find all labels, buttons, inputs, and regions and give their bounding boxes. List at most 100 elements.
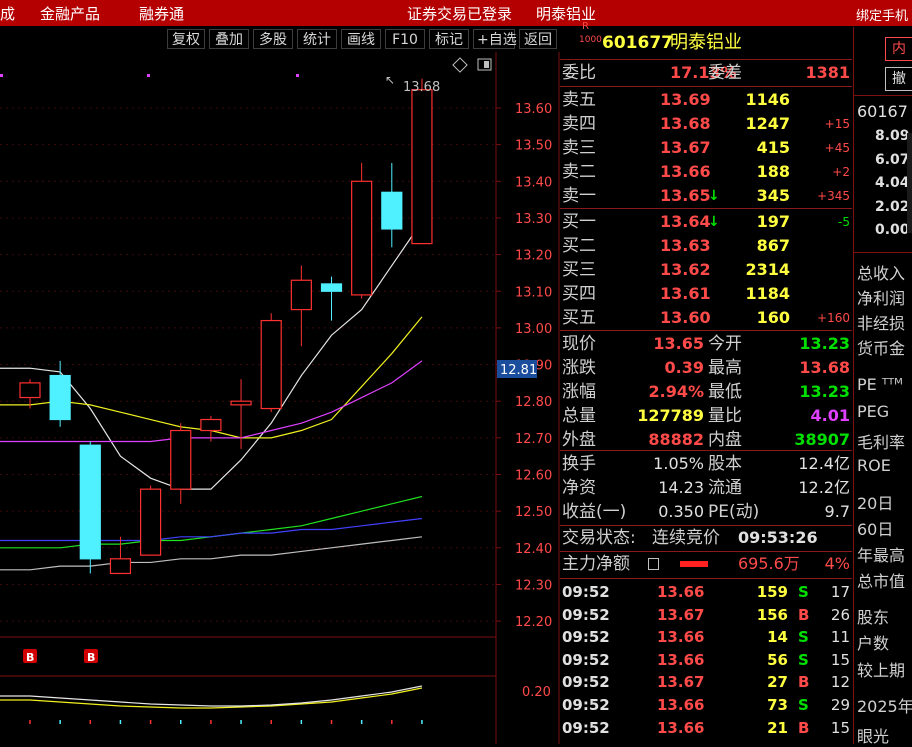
bid-label: 买一 xyxy=(562,212,596,232)
tick-side: S xyxy=(798,628,809,647)
mark-button[interactable]: 标记 xyxy=(429,29,469,49)
tick-count: 15 xyxy=(830,718,850,737)
add-watchlist-button[interactable]: +自选 xyxy=(473,29,517,49)
login-status[interactable]: 证券交易已登录 xyxy=(407,3,512,24)
bid-row[interactable]: 买四 13.61 1184 xyxy=(560,282,852,306)
ask-change: +2 xyxy=(832,165,850,179)
bind-phone-link[interactable]: 绑定手机 xyxy=(856,5,908,24)
candle-body[interactable] xyxy=(49,374,71,421)
stat-label: 净资 xyxy=(562,478,596,498)
mini-axis-label: 2.02 xyxy=(875,198,910,215)
overlay-button[interactable]: 叠加 xyxy=(209,29,249,49)
menu-item-partial[interactable]: 成 xyxy=(0,3,15,24)
financial-label: 较上期 xyxy=(857,661,906,680)
stat-label: 最高 xyxy=(708,358,742,378)
candle-body[interactable] xyxy=(320,283,343,292)
stat-label: 股本 xyxy=(708,454,742,474)
tick-row: 09:52 13.67 27 B 12 xyxy=(560,671,852,693)
top-right-icons[interactable] xyxy=(452,57,492,73)
price-axis-label: 13.60 xyxy=(515,102,552,117)
ask-price: 13.66 xyxy=(660,162,711,181)
candle-body[interactable] xyxy=(79,444,101,560)
bid-row[interactable]: 买三 13.62 2314 xyxy=(560,258,852,282)
ask-row[interactable]: 卖一 13.65 ↓ 345 +345 xyxy=(560,184,852,208)
mini-axis-label: 4.04 xyxy=(875,175,910,191)
financial-label: 净利润 xyxy=(857,289,906,308)
candle-body[interactable] xyxy=(230,400,252,406)
ask-change: +15 xyxy=(824,117,850,131)
inner-button[interactable]: 内 xyxy=(885,37,912,61)
stat-label: 现价 xyxy=(562,334,596,354)
ask-price: 13.65 xyxy=(660,186,711,205)
stat-value: 2.94% xyxy=(648,382,704,401)
ask-label: 卖四 xyxy=(562,114,596,134)
stat-label: 今开 xyxy=(708,334,742,354)
tick-row: 09:52 13.66 56 S 15 xyxy=(560,649,852,671)
candle-body[interactable] xyxy=(170,429,192,490)
f10-button[interactable]: F10 xyxy=(385,29,425,49)
stock-code: 601677 xyxy=(602,33,673,53)
financial-label: 户数 xyxy=(857,634,890,653)
price-axis-label: 12.80 xyxy=(515,395,552,410)
svg-text:12.81: 12.81 xyxy=(500,363,537,378)
stat-label: 流通 xyxy=(708,478,742,498)
candle-body[interactable] xyxy=(381,191,403,230)
bid-row[interactable]: 买五 13.60 160 +160 xyxy=(560,306,852,330)
tick-row: 09:52 13.66 73 S 29 xyxy=(560,694,852,716)
back-button[interactable]: 返回 xyxy=(519,29,557,49)
tick-price: 13.66 xyxy=(657,583,705,601)
mini-chart-frame xyxy=(907,133,912,233)
ask-row[interactable]: 卖四 13.68 1247 +15 xyxy=(560,112,852,136)
candle-body[interactable] xyxy=(140,488,162,556)
cancel-order-button[interactable]: 撤 xyxy=(885,67,912,91)
financial-label: 60日 xyxy=(857,520,894,539)
candle-body[interactable] xyxy=(200,418,222,432)
financial-label: 年最高 xyxy=(857,546,906,565)
candle-body[interactable] xyxy=(109,558,132,575)
financial-label: 20日 xyxy=(857,494,894,513)
ask-row[interactable]: 卖三 13.67 415 +45 xyxy=(560,136,852,160)
adjust-button[interactable]: 复权 xyxy=(167,29,205,49)
menu-item-financial-products[interactable]: 金融产品 xyxy=(40,3,100,24)
ask-price: 13.69 xyxy=(660,90,711,109)
candle-body[interactable] xyxy=(290,279,312,311)
price-axis-label: 13.10 xyxy=(515,285,552,300)
candle-body[interactable] xyxy=(19,382,41,399)
price-axis-label: 12.20 xyxy=(515,615,552,630)
high-price-marker: 13.68 xyxy=(403,80,440,95)
right-panel: 内 撤 60167 8.09 6.07 4.04 2.02 0.00 总收入 净利润 非经损… xyxy=(853,27,912,746)
bid-change: +160 xyxy=(817,311,850,325)
price-axis-label: 13.50 xyxy=(515,139,552,154)
stat-value: 88882 xyxy=(648,430,704,449)
menu-item-securities-lending[interactable]: 融券通 xyxy=(139,3,184,24)
stat-value: 38907 xyxy=(794,430,850,449)
ask-change: +345 xyxy=(817,189,850,203)
kline-chart[interactable]: 13.6013.5013.4013.3013.2013.1013.0012.90… xyxy=(0,52,560,744)
tick-side: B xyxy=(798,605,810,624)
fundamental-row: 净资 14.23 流通 12.2亿 xyxy=(560,476,852,500)
candle-body[interactable] xyxy=(351,180,373,296)
ask-volume: 188 xyxy=(756,162,790,181)
price-axis-label: 12.40 xyxy=(515,542,552,557)
stat-value: 13.23 xyxy=(799,382,850,401)
doc-icon[interactable] xyxy=(648,558,659,570)
ask-row[interactable]: 卖五 13.69 1146 xyxy=(560,88,852,112)
statistics-button[interactable]: 统计 xyxy=(297,29,337,49)
stock-header: R 1000 601677 明泰铝业 xyxy=(560,21,852,57)
candle-body[interactable] xyxy=(411,89,433,245)
fundamental-row: 换手 1.05% 股本 12.4亿 xyxy=(560,452,852,476)
trade-status-row: 交易状态: 连续竞价 09:53:26 xyxy=(562,528,818,548)
price-axis-label: 12.60 xyxy=(515,469,552,484)
bid-row[interactable]: 买一 13.64 ↓ 197 -5 xyxy=(560,210,852,234)
tick-price: 13.66 xyxy=(657,628,705,647)
stat-label: 量比 xyxy=(708,406,742,426)
candle-body[interactable] xyxy=(260,319,282,410)
draw-line-button[interactable]: 画线 xyxy=(341,29,381,49)
multi-stock-button[interactable]: 多股 xyxy=(253,29,293,49)
tick-volume: 156 xyxy=(756,605,788,624)
ask-row[interactable]: 卖二 13.66 188 +2 xyxy=(560,160,852,184)
menu-bar: 成 金融产品 融券通 证券交易已登录 明泰铝业 绑定手机 xyxy=(0,0,912,26)
ask-volume: 1247 xyxy=(745,114,790,133)
bid-row[interactable]: 买二 13.63 867 xyxy=(560,234,852,258)
price-axis-label: 12.70 xyxy=(515,432,552,447)
